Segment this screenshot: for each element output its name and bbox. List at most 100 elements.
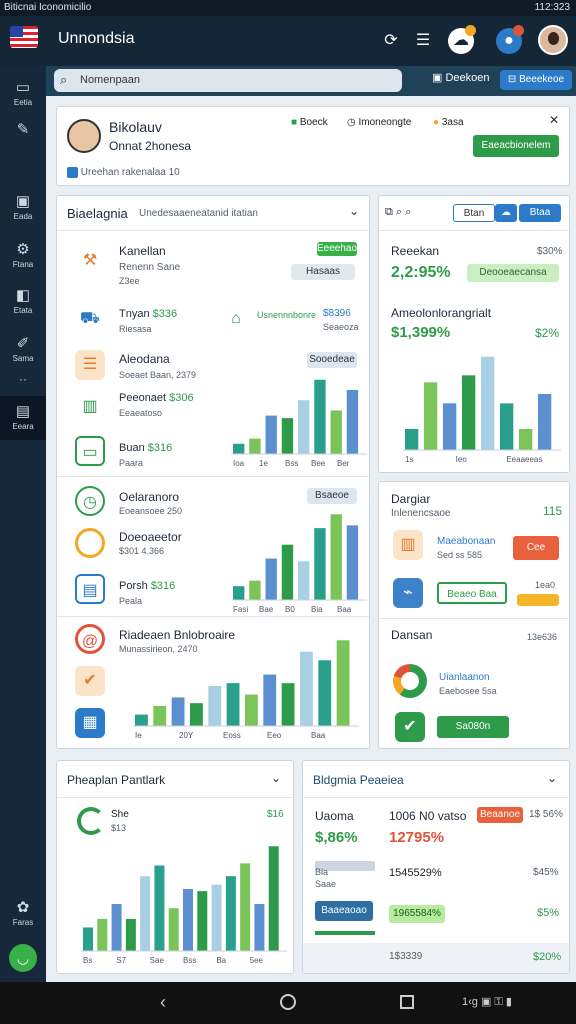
chart-bar [168,908,179,951]
coin-icon: ● [433,117,440,128]
filter-button[interactable]: Btan [453,204,495,222]
overview-panel: Biaelagnia Unedesaaeneatanid itatian ⌄ ⚒… [56,195,370,749]
panel-title: Biaelagnia [67,206,128,221]
search-icon[interactable]: ⌕ [396,206,402,218]
back-icon[interactable]: ‹ [160,992,166,1013]
profile-card: Bikolauv Onnat 2honesa Ureehan rakenalaa… [56,106,570,186]
copy-icon[interactable]: ⧉ [385,206,393,218]
row-sub: $13 [111,823,127,833]
tick-label: 20Y [179,731,194,740]
recents-icon[interactable] [400,995,414,1009]
chevron-down-icon[interactable]: ⌄ [271,771,281,785]
metric-title: Reeekan [391,244,440,258]
chart-icon: ▤ [75,574,105,604]
panel-subtitle: Unedesaaeneatanid itatian [139,208,258,219]
menu-icon[interactable]: ☰ [410,28,436,54]
chart-bar [298,400,310,454]
chart-bar [538,394,552,450]
app-title: Unnondsia [58,30,135,47]
sidebar-item-2[interactable]: ▣ Eada [0,186,46,230]
footer-row: 1$3339 $20% [303,943,569,973]
status-time: 112:323 [534,2,570,13]
factory-icon: ⌂ [231,310,241,327]
sync-icon[interactable]: ⟳ [378,28,404,54]
sidebar-item-1[interactable]: ✎ [0,114,46,158]
tick-label: Sae [150,956,165,965]
chevron-down-icon[interactable]: ⌄ [547,771,557,785]
chevron-down-icon[interactable]: ⌄ [349,204,359,218]
add-button[interactable]: ◡ [9,944,37,972]
metric-pct: $2% [535,326,560,340]
more-icon[interactable]: ·· [0,372,46,386]
chart-1: Ioa 1e Bss Bee Ber [231,379,367,468]
chart-bar [154,865,165,951]
panel-title: Dargiar [391,492,431,506]
sidebar-item-4[interactable]: ◧ Etata [0,280,46,324]
row-mid-value: $8396 [323,308,351,319]
cloud-icon[interactable]: ☁ [495,204,517,222]
row-title: Doeoaeetor [119,530,182,544]
action-button[interactable]: Baaeaoao [315,901,373,921]
row-label: She [111,809,129,820]
chart-bar [500,403,514,450]
avatar[interactable] [538,25,568,55]
row-value: 1ea0 [535,580,556,590]
chart-bar [443,403,457,450]
chart-bar [140,876,151,951]
status-bar: Biticnai Iconomicilio 112:323 [0,0,576,16]
profile-stat-3: ● 3asa [433,117,464,128]
metric-value: $1,399% [391,324,451,341]
row-button[interactable]: Hasaas [291,264,355,280]
sidebar-item-5[interactable]: ✐ Sama [0,328,46,372]
toolbar-button-1[interactable]: ▣ Deekoen [432,71,490,84]
chart-bar [190,703,203,726]
chat-icon[interactable]: ☁ [448,25,476,54]
tick-label: Bss [183,956,196,965]
tick-label: Bia [311,605,323,614]
search-icon: ⌕ [60,72,68,87]
export-button[interactable]: Btaa [519,204,561,222]
chart-bar [208,686,222,726]
metric-badge: Deooeaecansa [467,264,559,282]
tick-label: Baa [337,605,352,614]
search-input[interactable]: ⌕ Nomenpaan [54,69,402,92]
home-icon[interactable] [280,994,296,1010]
profile-action-button[interactable]: Eaeacbionelem [473,135,559,157]
row-pct: $5% [537,907,560,919]
nav-bar: ‹ 1‹g ▣ ⚿ ▮ [0,982,576,1024]
close-icon[interactable]: ✕ [549,113,559,127]
buildings-icon: ▥ [82,398,98,415]
sidebar-item-3[interactable]: ⚙ Ftana [0,234,46,278]
tick-label: Bss [285,459,298,468]
toolbar-button-2[interactable]: ⊟ Beeekeoe [500,70,572,90]
row-title: Buan $316 [119,442,173,454]
row-chip[interactable]: Sa080n [437,716,509,738]
chart-bar [281,418,294,454]
briefcase-icon: ▤ [15,403,31,420]
sidebar-item-7[interactable]: ✿ Faras [0,892,46,936]
chart-2: Fasi Bae B0 Bia Baa [231,514,367,614]
metrics-panel: ⧉ ⌕ ⌕ Btan ☁ Btaa Reeekan $30% 2,2:95% D… [378,195,570,473]
sidebar-item-0[interactable]: ▭ Eetia [0,72,46,116]
circle-icon [75,528,105,558]
user-icon[interactable]: ● [496,25,524,54]
status-badge: Eeeehao [317,242,358,256]
zoom-icon[interactable]: ⌕ [405,206,411,218]
flag-icon [10,26,38,48]
col-value: $,86% [315,829,358,846]
donut-chart [393,664,427,698]
row-button[interactable]: Beaeo Baa [437,582,507,604]
row-sub: Eeaeatoso [119,408,163,418]
tick-label: Ioa [233,459,245,468]
chart-bar [265,415,277,454]
checkbox-icon [67,167,78,178]
chat-badge [465,25,476,36]
toolbar: ⌕ Nomenpaan ▣ Deekoen ⊟ Beeekeoe [46,66,576,96]
col-value: 1$ 56% [529,809,563,820]
tick-label: 1e [259,459,268,468]
row-sub: $301 4.366 [119,546,165,556]
check-icon: ■ [291,117,298,128]
divider [57,797,293,798]
sidebar-item-6[interactable]: ▤ Eeara [0,396,46,440]
chart-bar [263,674,277,726]
